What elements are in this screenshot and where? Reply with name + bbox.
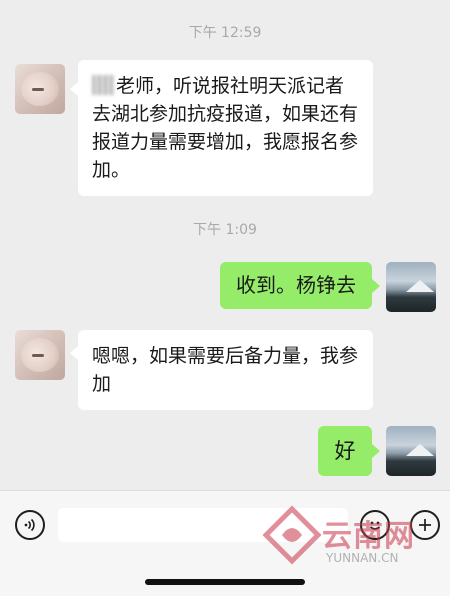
avatar-eye [32, 354, 44, 357]
message-text: 嗯嗯，如果需要后备力量，我参加 [92, 345, 359, 395]
watermark-logo-icon [262, 505, 322, 565]
avatar-mountain [406, 444, 434, 456]
bubble-tail [372, 444, 380, 458]
voice-icon[interactable] [15, 510, 45, 540]
timestamp: 下午 12:59 [188, 25, 262, 41]
avatar-mountain [406, 280, 434, 292]
message-text: 好 [334, 439, 356, 463]
contact-avatar[interactable] [15, 330, 65, 380]
message-text: 老师，听说报社明天派记者去湖北参加抗疫报道，如果还有报道力量需要增加，我愿报名参… [92, 75, 359, 181]
watermark-url: YUNNAN.CN [326, 551, 399, 565]
contact-avatar[interactable] [15, 64, 65, 114]
message-text: 收到。杨铮去 [236, 273, 356, 297]
home-indicator[interactable] [145, 579, 305, 585]
message-bubble-sent[interactable]: 收到。杨铮去 [220, 262, 372, 309]
message-bubble-received[interactable]: 嗯嗯，如果需要后备力量，我参加 [78, 330, 373, 410]
redacted-name [92, 75, 114, 95]
bubble-tail [70, 82, 78, 96]
bubble-tail [70, 346, 78, 360]
message-bubble-sent[interactable]: 好 [318, 426, 372, 476]
user-avatar[interactable] [386, 426, 436, 476]
watermark-brand: 云南网 [322, 519, 415, 554]
bubble-tail [372, 279, 380, 293]
user-avatar[interactable] [386, 262, 436, 312]
avatar-eye [32, 88, 44, 91]
watermark: 云南网 YUNNAN.CN [262, 505, 432, 575]
message-bubble-received[interactable]: 老师，听说报社明天派记者去湖北参加抗疫报道，如果还有报道力量需要增加，我愿报名参… [78, 60, 373, 196]
timestamp: 下午 1:09 [193, 222, 257, 238]
